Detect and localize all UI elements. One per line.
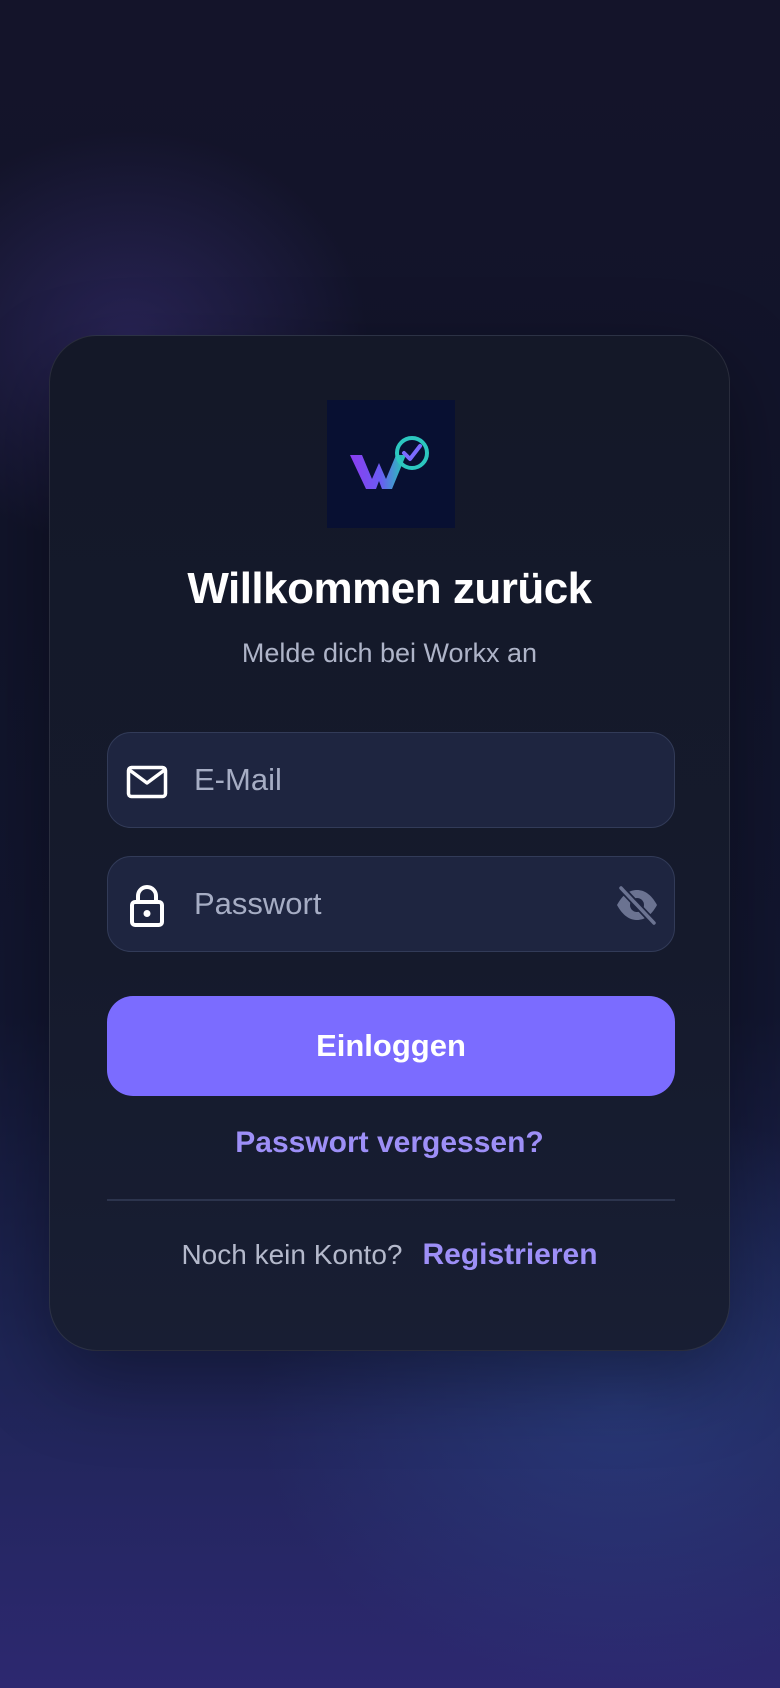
eye-off-icon[interactable] xyxy=(614,883,660,927)
register-link[interactable]: Registrieren xyxy=(422,1238,597,1271)
password-input[interactable] xyxy=(194,857,594,951)
page-title: Willkommen zurück xyxy=(187,564,592,613)
signup-prompt: Noch kein Konto? xyxy=(181,1239,403,1270)
mail-icon xyxy=(126,761,168,803)
forgot-password-link[interactable]: Passwort vergessen? xyxy=(50,1126,729,1160)
divider xyxy=(107,1199,675,1201)
page-subtitle: Melde dich bei Workx an xyxy=(241,638,538,668)
workx-logo xyxy=(327,400,455,528)
email-field[interactable] xyxy=(107,732,675,828)
email-input[interactable] xyxy=(194,733,594,827)
workx-logo-icon xyxy=(350,436,429,489)
login-button[interactable]: Einloggen xyxy=(107,996,675,1096)
signup-row: Noch kein Konto? Registrieren xyxy=(50,1238,729,1272)
lock-icon xyxy=(126,885,168,927)
login-card: Willkommen zurück Melde dich bei Workx a… xyxy=(49,335,730,1351)
password-field[interactable] xyxy=(107,856,675,952)
